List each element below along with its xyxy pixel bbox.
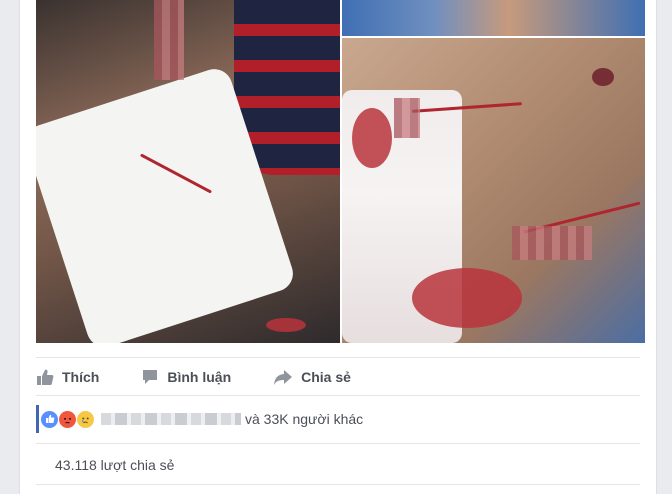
post-photo-right[interactable] [342,38,645,343]
blurred-region [512,226,592,260]
thumbs-up-icon [37,369,54,385]
reactions-summary[interactable]: và 33K người khác [36,405,363,433]
sad-icon [77,410,94,428]
blood-stain [352,108,392,168]
post-card: Thích Bình luận Chia sẻ và 33K người khá… [19,0,657,494]
divider [36,443,640,444]
comment-label: Bình luận [167,369,232,385]
action-bar: Thích Bình luận Chia sẻ [36,359,640,395]
like-label: Thích [62,369,100,385]
comment-icon [143,370,158,384]
comment-button[interactable]: Bình luận [141,368,231,386]
reactions-others-text[interactable]: và 33K người khác [245,411,363,427]
blood-stain [412,268,522,328]
like-button[interactable]: Thích [36,368,99,386]
photo-grid [36,0,645,343]
share-button[interactable]: Chia sẻ [273,368,351,386]
nail-detail [592,68,614,86]
blurred-region [154,0,184,80]
blurred-region [394,98,420,138]
share-arrow-icon [274,370,293,385]
post-photo-left[interactable] [36,0,340,343]
like-icon [41,410,58,428]
share-label: Chia sẻ [301,369,351,385]
angry-icon [59,410,76,428]
post-photo-right-top[interactable] [342,0,645,36]
shares-count[interactable]: 43.118 lượt chia sẻ [55,457,174,473]
blurred-names [101,413,241,425]
blood-stain [266,318,306,332]
divider [36,395,640,396]
divider [36,357,640,358]
divider [36,484,640,485]
